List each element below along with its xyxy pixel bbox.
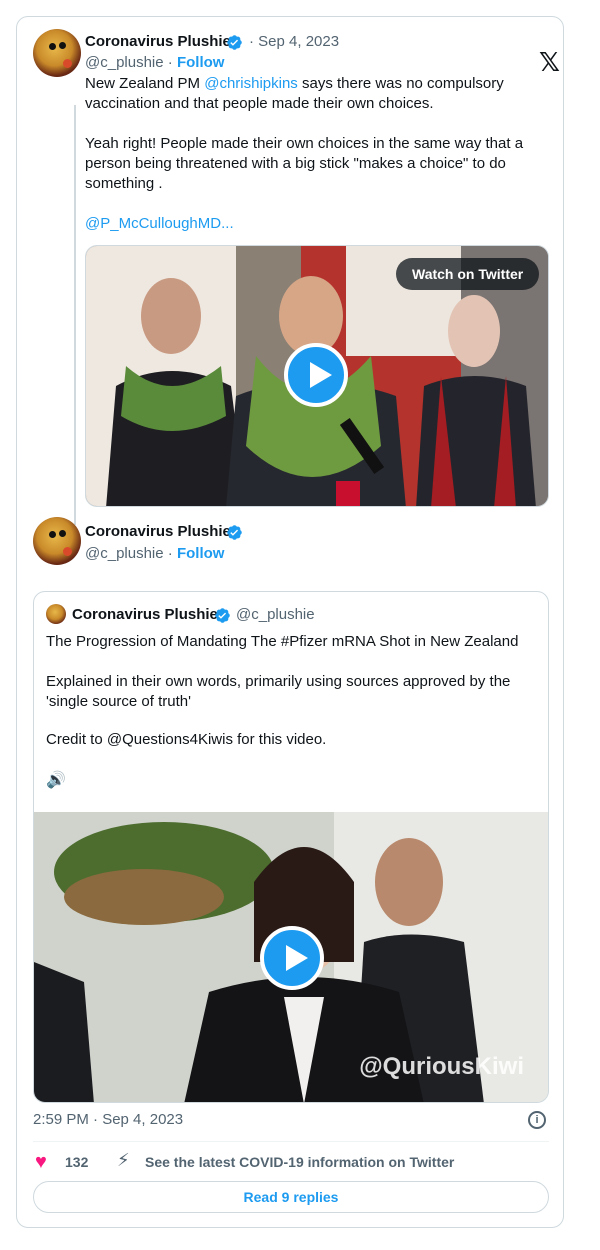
avatar[interactable] [33,29,81,77]
timestamp[interactable]: 2:59 PM · Sep 4, 2023 [33,1111,183,1128]
video-thumbnail[interactable]: Watch on Twitter [85,245,549,507]
handle-row: @c_plushie · Follow [85,545,224,562]
truncated-link[interactable]: @P_McCulloughMD... [85,214,541,234]
covid-info-link[interactable]: See the latest COVID-19 information on T… [145,1154,454,1170]
mention-link[interactable]: @P_McCulloughMD... [85,215,234,232]
lightning-icon: ⚡ [117,1150,130,1170]
verified-badge-icon [215,608,230,623]
divider [33,1141,549,1142]
quoted-text-credit: Credit to @Questions4Kiwis for this vide… [46,731,327,748]
follow-button[interactable]: Follow [177,54,225,71]
quoted-text-line: The Progression of Mandating The #Pfizer… [46,633,519,650]
handle-row: @c_plushie · Follow [85,54,224,71]
mention-link[interactable]: @chrishipkins [204,75,298,92]
tweet-text: New Zealand PM @chrishipkins says there … [85,74,541,114]
tweet-text-segment: New Zealand PM [85,75,205,92]
x-logo-icon[interactable]: 𝕏 [539,47,560,78]
avatar[interactable] [46,604,66,624]
watch-on-twitter-button[interactable]: Watch on Twitter [396,258,540,290]
play-icon[interactable] [260,926,324,990]
follow-button[interactable]: Follow [177,545,225,562]
video-thumbnail[interactable]: @QuriousKiwi [34,812,548,1102]
thread-connector-line [74,105,76,525]
tweet-embed-card: Coronavirus Plushie · Sep 4, 2023 𝕏 @c_p… [16,16,564,1228]
like-count[interactable]: 132 [65,1154,88,1170]
handle[interactable]: @c_plushie · [85,545,173,562]
play-icon[interactable] [284,343,348,407]
tweet-paragraph: Yeah right! People made their own choice… [85,135,524,192]
tweet-date[interactable]: · Sep 4, 2023 [249,33,339,50]
read-replies-button[interactable]: Read 9 replies [33,1181,549,1213]
quoted-display-name[interactable]: Coronavirus Plushie [72,606,218,623]
quoted-tweet[interactable]: Coronavirus Plushie @c_plushie The Progr… [33,591,549,1103]
display-name[interactable]: Coronavirus Plushie [85,523,231,540]
quoted-handle[interactable]: @c_plushie [236,606,315,623]
watermark-text: @QuriousKiwi [359,1053,524,1080]
verified-badge-icon [227,35,242,50]
handle[interactable]: @c_plushie · [85,54,173,71]
speaker-icon: 🔊 [46,772,66,789]
verified-badge-icon [227,525,242,540]
display-name[interactable]: Coronavirus Plushie [85,33,231,50]
heart-icon[interactable]: ♥ [35,1151,47,1174]
avatar[interactable] [33,517,81,565]
quoted-text-paragraph: Explained in their own words, primarily … [46,673,511,710]
info-icon[interactable]: i [528,1111,546,1129]
